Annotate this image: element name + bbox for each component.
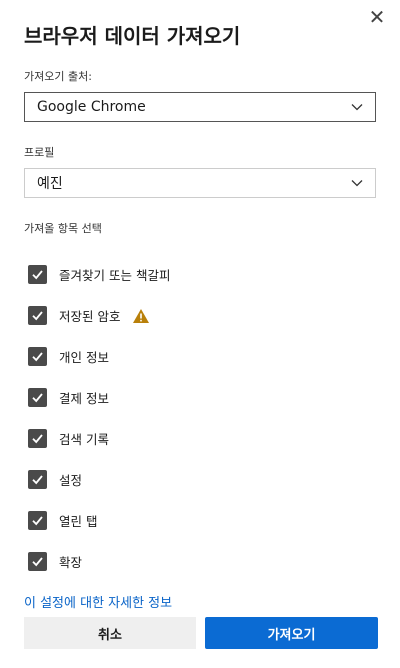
- checkbox[interactable]: [28, 347, 47, 366]
- checkbox[interactable]: [28, 511, 47, 530]
- check-icon: [32, 434, 43, 444]
- import-item-row[interactable]: 설정: [28, 459, 170, 500]
- check-icon: [32, 270, 43, 280]
- import-item-row[interactable]: 결제 정보: [28, 377, 170, 418]
- import-item-row[interactable]: 검색 기록: [28, 418, 170, 459]
- close-icon[interactable]: ✕: [366, 6, 388, 28]
- chevron-down-icon: [351, 180, 363, 187]
- import-item-label: 개인 정보: [59, 350, 109, 365]
- source-select[interactable]: Google Chrome: [24, 92, 376, 122]
- import-button[interactable]: 가져오기: [205, 617, 378, 649]
- source-select-value: Google Chrome: [37, 99, 146, 115]
- cancel-button[interactable]: 취소: [24, 617, 196, 649]
- import-item-label: 검색 기록: [59, 432, 109, 447]
- source-label: 가져오기 출처:: [24, 70, 92, 83]
- profile-label: 프로필: [24, 146, 55, 159]
- check-icon: [32, 516, 43, 526]
- more-info-link[interactable]: 이 설정에 대한 자세한 정보: [24, 592, 172, 611]
- import-item-label: 결제 정보: [59, 391, 109, 406]
- check-icon: [32, 311, 43, 321]
- checkbox[interactable]: [28, 388, 47, 407]
- check-icon: [32, 475, 43, 485]
- import-item-row[interactable]: 개인 정보: [28, 336, 170, 377]
- warning-icon: [133, 308, 150, 323]
- profile-select-value: 예진: [37, 176, 63, 192]
- import-items-list: 즐겨찾기 또는 책갈피저장된 암호개인 정보결제 정보검색 기록설정열린 탭확장: [28, 254, 170, 582]
- dialog-title: 브라우저 데이터 가져오기: [24, 24, 241, 48]
- import-item-row[interactable]: 열린 탭: [28, 500, 170, 541]
- check-icon: [32, 352, 43, 362]
- import-item-label: 저장된 암호: [59, 309, 121, 324]
- import-item-row[interactable]: 저장된 암호: [28, 295, 170, 336]
- import-item-row[interactable]: 확장: [28, 541, 170, 582]
- checkbox[interactable]: [28, 552, 47, 571]
- import-item-row[interactable]: 즐겨찾기 또는 책갈피: [28, 254, 170, 295]
- check-icon: [32, 393, 43, 403]
- import-item-label: 열린 탭: [59, 514, 98, 529]
- import-item-label: 설정: [59, 473, 83, 488]
- import-item-label: 즐겨찾기 또는 책갈피: [59, 268, 171, 283]
- items-label: 가져올 항목 선택: [24, 222, 102, 235]
- profile-select[interactable]: 예진: [24, 168, 376, 198]
- checkbox[interactable]: [28, 265, 47, 284]
- checkbox[interactable]: [28, 470, 47, 489]
- import-item-label: 확장: [59, 555, 83, 570]
- check-icon: [32, 557, 43, 567]
- checkbox[interactable]: [28, 429, 47, 448]
- chevron-down-icon: [351, 104, 363, 111]
- checkbox[interactable]: [28, 306, 47, 325]
